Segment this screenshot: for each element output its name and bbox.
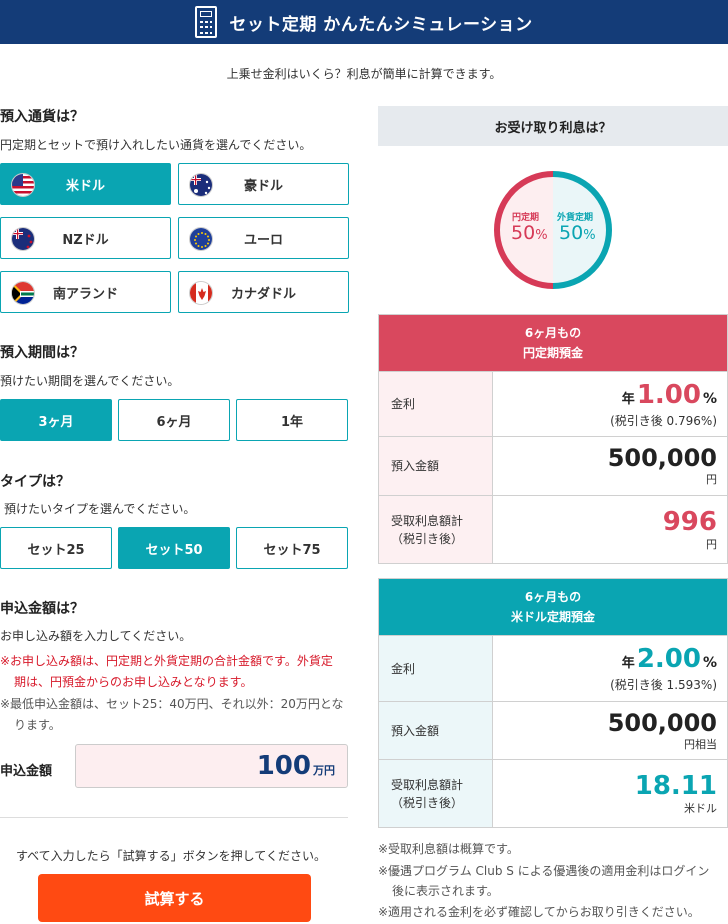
yen-deposit-table: 6ヶ月もの 円定期預金 金利 年 1.00 % (税引き後 0.796%) 預入… — [378, 314, 728, 564]
yen-interest-unit: 円 — [706, 537, 717, 551]
currency-option-usd[interactable]: 米ドル — [0, 163, 171, 205]
period-section-title: 預入期間は？ — [0, 345, 84, 361]
period-option-3m[interactable]: 3ヶ月 — [0, 399, 112, 441]
type-section-desc: 預けたいタイプを選んでください。 — [4, 502, 196, 516]
usd-deposit-table: 6ヶ月もの 米ドル定期預金 金利 年 2.00 % (税引き後 1.593%) … — [378, 578, 728, 828]
usd-rate-label: 金利 — [379, 636, 493, 701]
period-section-desc: 預けたい期間を選んでください。 — [0, 374, 180, 388]
eu-flag-icon — [189, 227, 213, 251]
za-flag-icon — [11, 281, 35, 305]
type-option-set25[interactable]: セット25 — [0, 527, 112, 569]
usd-rate-prefix: 年 — [621, 656, 635, 671]
usd-deposit-row: 預入金額 500,000 円相当 — [379, 701, 727, 759]
usd-rate-percent: % — [702, 655, 717, 671]
result-note-3: 後に表示されます。 — [392, 884, 499, 898]
amount-note-gray-2: ります。 — [14, 718, 61, 732]
yen-rate-percent: % — [702, 390, 717, 407]
allocation-donut: 円定期 外貨定期 50% 50% — [491, 168, 615, 292]
result-note-1: ※受取利息額は概算です。 — [378, 842, 519, 856]
usd-table-header: 6ヶ月もの 米ドル定期預金 — [379, 579, 727, 635]
usd-interest-unit: 米ドル — [684, 801, 717, 815]
page-subtitle: 上乗せ金利はいくら？利息が簡単に計算できます。 — [226, 67, 502, 81]
amount-label: 申込金額 — [0, 764, 53, 779]
yen-rate-row: 金利 年 1.00 % (税引き後 0.796%) — [379, 371, 727, 436]
yen-interest-row: 受取利息額計 （税引き後） 996 円 — [379, 495, 727, 563]
currency-option-nzd[interactable]: NZドル — [0, 217, 171, 259]
calc-instruction: すべて入力したら「試算する」ボタンを押してください。 — [16, 849, 326, 863]
divider — [0, 817, 348, 818]
currency-option-label: 米ドル — [65, 178, 105, 194]
amount-note-red-2: 期は、円預金からのお申し込みとなります。 — [14, 675, 253, 689]
yen-deposit-row: 預入金額 500,000 円 — [379, 436, 727, 495]
us-flag-icon — [11, 173, 35, 197]
yen-table-period: 6ヶ月もの — [524, 326, 582, 340]
currency-option-eur[interactable]: ユーロ — [178, 217, 349, 259]
amount-note-gray-1: ※最低申込金額は、セット25：40万円、それ以外：20万円とな — [0, 697, 344, 711]
result-title: お受け取り利息は？ — [378, 106, 728, 146]
currency-option-label: ユーロ — [243, 232, 283, 248]
usd-interest-row: 受取利息額計 （税引き後） 18.11 米ドル — [379, 759, 727, 827]
yen-rate-prefix: 年 — [621, 391, 635, 407]
usd-rate-after-tax: (税引き後 1.593%) — [610, 678, 717, 692]
donut-yen-percent: 50% — [511, 222, 548, 244]
allocation-donut-chart — [494, 171, 612, 289]
usd-table-product: 米ドル定期預金 — [510, 610, 595, 624]
currency-option-label: 豪ドル — [243, 178, 283, 194]
yen-interest-label: 受取利息額計 （税引き後） — [379, 496, 493, 563]
amount-note-red-1: ※お申し込み額は、円定期と外貨定期の合計金額です。外貨定 — [0, 654, 333, 668]
yen-table-header: 6ヶ月もの 円定期預金 — [379, 315, 727, 371]
result-note-2: ※優遇プログラム Club S による優遇後の適用金利はログイン — [378, 864, 710, 878]
yen-rate-after-tax: (税引き後 0.796%) — [610, 413, 717, 428]
currency-option-cad[interactable]: カナダドル — [178, 271, 349, 313]
type-option-set50[interactable]: セット50 — [118, 527, 230, 569]
yen-rate-value: 1.00 — [636, 379, 701, 410]
amount-section-desc: お申し込み額を入力してください。 — [0, 629, 192, 643]
calculator-icon — [195, 6, 218, 38]
usd-table-period: 6ヶ月もの — [524, 590, 582, 604]
calculate-button[interactable]: 試算する — [38, 874, 311, 922]
donut-fx-percent: 50% — [559, 222, 596, 244]
period-option-6m[interactable]: 6ヶ月 — [118, 399, 230, 441]
usd-rate-value: 2.00 — [636, 644, 701, 674]
amount-value: 100 — [256, 751, 311, 781]
amount-unit: 万円 — [313, 764, 335, 777]
currency-option-label: カナダドル — [230, 286, 296, 302]
currency-option-aud[interactable]: 豪ドル — [178, 163, 349, 205]
amount-section-title: 申込金額は？ — [0, 601, 84, 617]
currency-section-desc: 円定期とセットで預け入れしたい通貨を選んでください。 — [0, 138, 312, 152]
currency-option-zar[interactable]: 南アランド — [0, 271, 171, 313]
amount-input[interactable]: 100 万円 — [75, 744, 348, 788]
yen-table-product: 円定期預金 — [522, 346, 583, 360]
nz-flag-icon — [11, 227, 35, 251]
currency-option-label: NZドル — [62, 232, 109, 248]
yen-deposit-label: 預入金額 — [379, 437, 493, 495]
usd-deposit-unit: 円相当 — [684, 737, 717, 751]
ca-flag-icon — [189, 281, 213, 305]
yen-rate-label: 金利 — [379, 372, 493, 436]
type-section-title: タイプは？ — [0, 474, 70, 490]
usd-interest-value: 18.11 — [634, 770, 717, 801]
usd-deposit-value: 500,000 — [607, 708, 717, 737]
currency-option-label: 南アランド — [52, 286, 118, 302]
usd-deposit-label: 預入金額 — [379, 702, 493, 759]
yen-deposit-value: 500,000 — [607, 444, 717, 472]
au-flag-icon — [189, 173, 213, 197]
page-header: セット定期 かんたんシミュレーション — [0, 0, 728, 44]
currency-section-title: 預入通貨は？ — [0, 109, 84, 125]
usd-rate-row: 金利 年 2.00 % (税引き後 1.593%) — [379, 635, 727, 701]
usd-interest-label: 受取利息額計 （税引き後） — [379, 760, 493, 827]
result-note-4: ※適用される金利を必ず確認してからお取り引きください。 — [378, 905, 700, 919]
type-option-set75[interactable]: セット75 — [236, 527, 348, 569]
yen-deposit-unit: 円 — [706, 473, 717, 486]
page-title: セット定期 かんたんシミュレーション — [229, 14, 533, 35]
period-option-1y[interactable]: 1年 — [236, 399, 348, 441]
yen-interest-value: 996 — [662, 506, 717, 537]
